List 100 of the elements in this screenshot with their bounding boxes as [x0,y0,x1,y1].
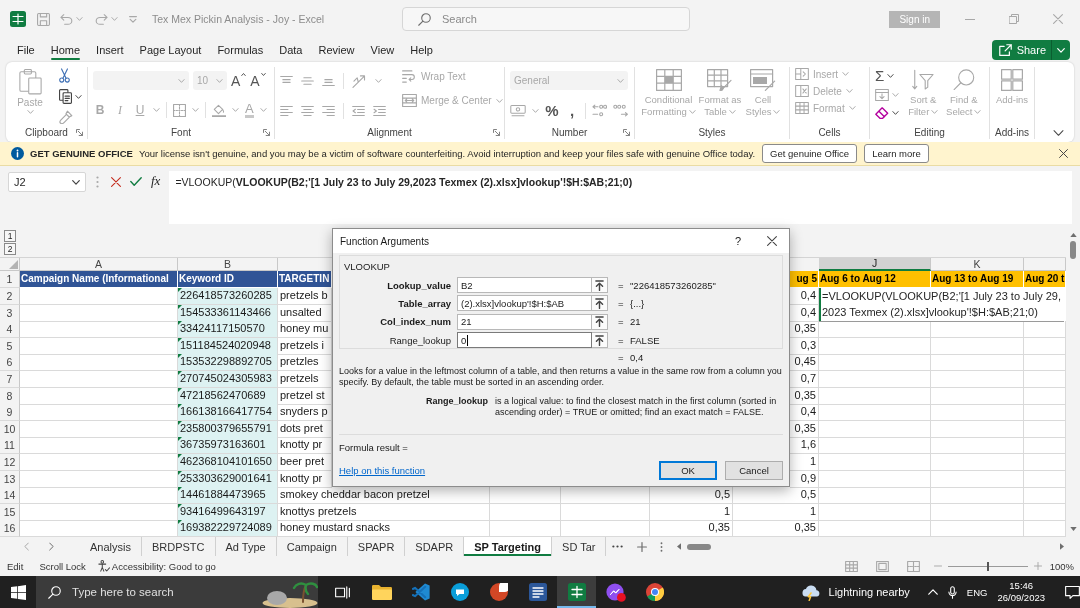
check-icon[interactable] [130,177,142,186]
orientation-icon[interactable] [352,74,367,88]
taskbar-search-field[interactable]: Type here to search [36,576,262,608]
collapse-dialog-button[interactable] [592,332,608,349]
sheet-tab[interactable]: Ad Type [215,537,277,556]
accessibility-icon[interactable] [97,560,110,572]
menu-tab[interactable]: Data [271,39,311,61]
page-break-icon[interactable] [906,560,920,572]
zoom-slider-thumb[interactable] [986,561,989,571]
notification-icon[interactable] [1065,585,1080,599]
fill-down-icon[interactable] [875,89,889,101]
page-layout-icon[interactable] [875,560,889,572]
scroll-thumb[interactable] [1070,241,1076,259]
outline-level-button[interactable]: 2 [4,243,16,255]
row-number[interactable]: 16 [0,520,20,538]
help-link[interactable]: Help on this function [339,465,426,476]
increase-decimal-icon[interactable] [592,104,607,117]
collapse-dialog-button[interactable] [592,295,608,312]
select-all-icon[interactable] [9,260,18,269]
dialog-button[interactable]: Cancel [725,461,783,480]
scroll-thumb[interactable] [687,543,712,550]
argument-field[interactable]: 0 [457,332,592,349]
cancel-icon[interactable] [111,177,121,187]
menu-tab[interactable]: Review [310,39,363,61]
collapse-ribbon-icon[interactable] [1053,130,1064,136]
more-tabs-icon[interactable] [612,545,624,548]
minimize-icon[interactable] [965,18,975,20]
chevron-up-icon[interactable] [927,589,938,595]
row-number[interactable]: 11 [0,437,20,455]
scissors-icon[interactable] [59,68,70,83]
align-right-icon[interactable] [322,106,335,116]
row-number[interactable]: 1 [0,271,20,288]
menu-tab[interactable]: Formulas [209,39,272,61]
row-number[interactable]: 4 [0,321,20,339]
microphone-icon[interactable] [947,585,957,599]
percent-style-button[interactable]: % [545,102,559,119]
sheet-tab[interactable]: SD Tar [552,537,607,556]
task-view-icon[interactable] [334,585,350,599]
storm-cloud-icon[interactable] [800,583,821,601]
four-panes-icon[interactable] [10,584,26,600]
scroll-left-icon[interactable] [677,543,682,550]
autosum-button[interactable]: Σ [875,68,885,83]
sheet-tab[interactable]: SP Targeting [464,537,553,556]
sheet-tab[interactable]: Analysis [80,537,142,556]
weather-text[interactable]: Lightning nearby [828,586,910,598]
outline-level-button[interactable]: 1 [4,230,16,242]
insert-function-button[interactable]: fx [151,173,161,189]
customize-icon[interactable] [129,15,137,23]
column-header[interactable]: B [178,258,278,271]
add-sheet-icon[interactable] [637,541,648,552]
align-middle-icon[interactable] [301,76,314,86]
menu-tab[interactable]: Home [42,39,89,61]
formula-field[interactable]: =VLOOKUP(VLOOKUP(B2;'[1 July 23 to July 29,2023 Texmex (2).xlsx]vlookup'!$H:$AB;21;0) [169,171,1072,224]
sheet-tab[interactable]: Campaign [276,537,348,556]
help-button[interactable]: ? [734,235,741,247]
zoom-level[interactable]: 100% [1049,560,1074,572]
increase-indent-icon[interactable] [373,106,386,116]
normal-view-icon[interactable] [844,560,858,572]
eraser-icon[interactable] [875,107,889,119]
redo-icon[interactable] [95,13,108,25]
fill-bucket-icon[interactable] [212,103,226,117]
row-number[interactable]: 9 [0,404,20,422]
column-header[interactable]: J [819,258,931,271]
clock-time[interactable]: 15:46 [1009,580,1034,592]
restore-icon[interactable] [1009,14,1019,24]
menu-tab[interactable]: Help [402,39,441,61]
scroll-down-icon[interactable] [1069,527,1077,531]
notification-button[interactable]: Get genuine Office [762,144,858,163]
column-header[interactable]: A [20,258,178,271]
collapse-dialog-button[interactable] [592,277,608,294]
align-left-icon[interactable] [280,106,293,116]
row-number[interactable]: 2 [0,288,20,305]
dialog-button[interactable]: OK [659,461,717,480]
argument-field[interactable]: 21 [457,313,592,330]
dialog-launcher-icon[interactable] [623,129,630,136]
argument-field[interactable]: B2 [457,277,592,294]
caret-icon[interactable] [887,73,895,78]
decrease-indent-icon[interactable] [352,106,365,116]
menu-tab[interactable]: Page Layout [131,39,210,61]
comma-style-button[interactable]: , [565,102,579,119]
collapse-dialog-button[interactable] [592,313,608,330]
vertical-dots-icon[interactable] [660,541,664,552]
next-sheet-icon[interactable] [49,542,54,551]
dialog-launcher-icon[interactable] [493,129,500,136]
share-button[interactable]: Share [991,40,1070,60]
align-top-icon[interactable] [280,76,293,86]
row-number[interactable]: 14 [0,487,20,505]
row-number[interactable]: 6 [0,354,20,372]
sheet-tab[interactable]: BRDPSTC [141,537,216,556]
decrease-font-size-button[interactable]: A [250,72,266,89]
language-indicator[interactable]: ENG [966,586,988,598]
scroll-right-icon[interactable] [1060,543,1064,550]
save-icon[interactable] [37,12,50,26]
name-box[interactable]: J2 [8,172,86,192]
menu-tab[interactable]: Insert [88,39,132,61]
clock-date[interactable]: 26/09/2023 [997,592,1045,604]
menu-tab[interactable]: View [362,39,403,61]
borders-icon[interactable] [173,103,186,117]
close-icon[interactable] [767,236,777,246]
dialog-launcher-icon[interactable] [76,129,83,136]
